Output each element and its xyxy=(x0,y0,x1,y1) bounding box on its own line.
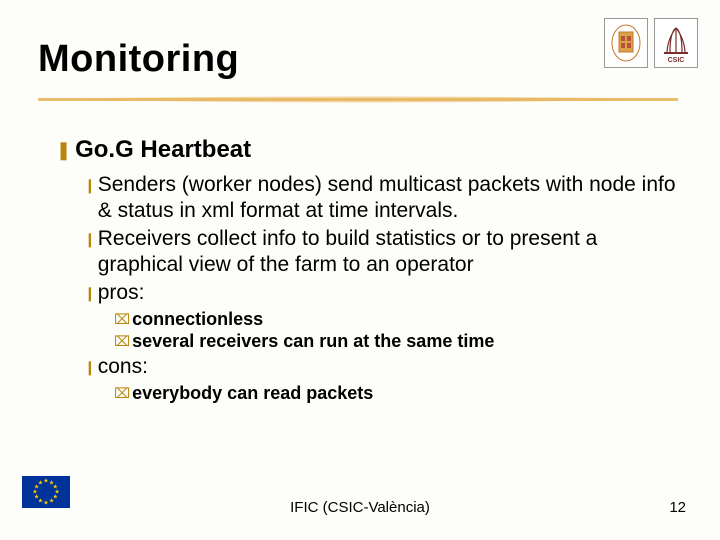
bullet-text: pros: xyxy=(98,280,145,306)
slide-title: Monitoring xyxy=(38,38,239,81)
bullet-level1: ❚ Go.G Heartbeat xyxy=(56,136,680,164)
bullet-text: several receivers can run at the same ti… xyxy=(132,330,494,352)
bullet-icon: ⌧ xyxy=(114,382,130,404)
bullet-level3: ⌧ everybody can read packets xyxy=(114,382,680,404)
title-underline xyxy=(38,94,678,108)
bullet-text: Senders (worker nodes) send multicast pa… xyxy=(98,172,680,224)
bullet-text: connectionless xyxy=(132,308,263,330)
bullet-icon: ❙ xyxy=(84,354,96,380)
bullet-icon: ❚ xyxy=(56,136,71,164)
bullet-level3: ⌧ several receivers can run at the same … xyxy=(114,330,680,352)
bullet-text: everybody can read packets xyxy=(132,382,373,404)
bullet-icon: ❙ xyxy=(84,172,96,198)
logo-university xyxy=(604,18,648,68)
bullet-icon: ⌧ xyxy=(114,330,130,352)
slide-content: ❚ Go.G Heartbeat ❙ Senders (worker nodes… xyxy=(56,136,680,406)
page-number: 12 xyxy=(669,499,686,516)
bullet-level2: ❙ pros: xyxy=(84,280,680,306)
bullet-text: cons: xyxy=(98,354,148,380)
bullet-text: Go.G Heartbeat xyxy=(75,136,251,164)
logo-csic: CSIC xyxy=(654,18,698,68)
header-logos: CSIC xyxy=(604,18,698,68)
svg-text:CSIC: CSIC xyxy=(668,57,685,64)
bullet-level2: ❙ Receivers collect info to build statis… xyxy=(84,226,680,278)
bullet-level2: ❙ cons: xyxy=(84,354,680,380)
footer-affiliation: IFIC (CSIC-València) xyxy=(0,499,720,516)
bullet-text: Receivers collect info to build statisti… xyxy=(98,226,680,278)
bullet-level2: ❙ Senders (worker nodes) send multicast … xyxy=(84,172,680,224)
bullet-level3: ⌧ connectionless xyxy=(114,308,680,330)
bullet-icon: ⌧ xyxy=(114,308,130,330)
bullet-icon: ❙ xyxy=(84,226,96,252)
bullet-icon: ❙ xyxy=(84,280,96,306)
